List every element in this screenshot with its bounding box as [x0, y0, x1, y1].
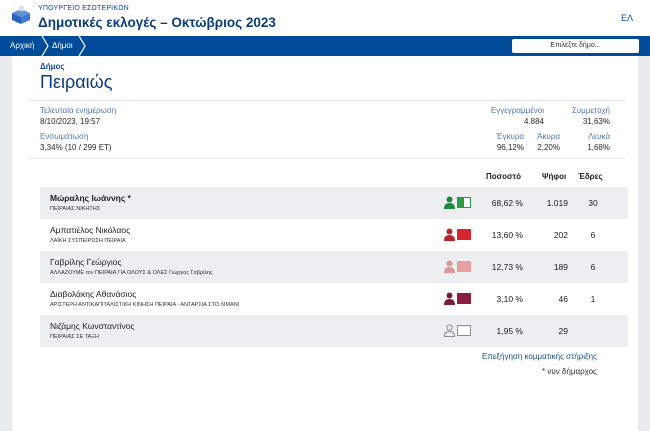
- header-seats: Έδρες: [578, 172, 603, 181]
- turnout-label: Συμμετοχή: [571, 106, 610, 115]
- table-row[interactable]: Αμπατιέλος Νικόλαος ΛΑΪΚΗ ΣΥΣΠΕΙΡΩΣΗ ΠΕΙ…: [40, 219, 628, 251]
- table-row[interactable]: Νιζάμης Κωνσταντίνος ΠΕΙΡΑΙΑΣ ΣΕ ΤΑΞΗ 1,…: [40, 315, 628, 347]
- registered-label: Εγγεγραμμένοι: [490, 106, 544, 115]
- party-color-swatch: [457, 293, 471, 304]
- turnout-value: 31,63%: [582, 117, 610, 126]
- seats-value: 1: [590, 294, 596, 304]
- percent-value: 12,73 %: [491, 262, 523, 272]
- table-row[interactable]: Μώραλης Ιωάννης * ΠΕΙΡΑΙΑΣ ΝΙΚΗΤΗΣ 68,62…: [40, 187, 628, 219]
- table-row[interactable]: Διαβολάκης Αθανάσιος ΑΡΙΣΤΕΡΗ ΑΝΤΙΚΑΠΙΤΑ…: [40, 283, 628, 315]
- votes-value: 1.019: [546, 198, 568, 208]
- candidate-name: Αμπατιέλος Νικόλαος: [50, 225, 131, 235]
- party-name: ΠΕΙΡΑΙΑΣ ΣΕ ΤΑΞΗ: [50, 334, 99, 340]
- person-icon: [444, 196, 455, 209]
- percent-value: 3,10 %: [496, 294, 523, 304]
- person-icon: [444, 292, 455, 305]
- party-support-explanation-link[interactable]: Επεξήγηση κομματικής στήριξης: [482, 352, 597, 361]
- integration-value: 3,34% (10 / 299 ΕΤ): [40, 143, 112, 152]
- percent-value: 68,62 %: [491, 198, 523, 208]
- votes-value: 189: [553, 262, 568, 272]
- table-row[interactable]: Γαβρίλης Γεώργιος ΑΛΛΑΖΟΥΜΕ τον ΠΕΙΡΑΙΑ …: [40, 251, 628, 283]
- last-update-value: 8/10/2023, 19:57: [40, 117, 101, 126]
- invalid-value: 2,20%: [537, 143, 560, 152]
- blank-value: 1,68%: [587, 143, 610, 152]
- breadcrumb-municipalities[interactable]: Δήμοι: [52, 36, 73, 56]
- municipality-select[interactable]: Επιλέξτε δήμο...: [512, 39, 639, 53]
- integration-label: Ενσωμάτωση: [40, 132, 89, 141]
- party-color-swatch: [457, 229, 471, 240]
- municipality-label: Δήμος: [40, 62, 65, 71]
- header-percent: Ποσοστό: [486, 172, 521, 181]
- municipality-name: Πειραιώς: [40, 72, 113, 92]
- party-name: ΛΑΪΚΗ ΣΥΣΠΕΙΡΩΣΗ ΠΕΙΡΑΙΑ: [50, 238, 126, 244]
- chevron-right-icon: [41, 36, 49, 56]
- party-name: ΑΛΛΑΖΟΥΜΕ τον ΠΕΙΡΑΙΑ ΓΙΑ ΟΛΟΥΣ & ΟΛΕΣ Γ…: [50, 270, 213, 276]
- person-outline-icon: [444, 324, 455, 337]
- seats-value: 6: [590, 230, 596, 240]
- ballot-box-icon: [12, 5, 30, 24]
- party-color-swatch: [457, 261, 471, 272]
- candidate-name: Μώραλης Ιωάννης *: [50, 193, 131, 203]
- valid-label: Έγκυρα: [496, 132, 524, 141]
- valid-value: 96,12%: [496, 143, 524, 152]
- party-color-swatch: [457, 197, 471, 208]
- footnote: * νυν δήμαρχος: [542, 367, 597, 376]
- votes-value: 29: [558, 326, 568, 336]
- invalid-label: Άκυρα: [537, 132, 560, 141]
- last-update-label: Τελευταία ενημέρωση: [40, 106, 117, 115]
- divider: [28, 158, 626, 159]
- results-card: Δήμος Πειραιώς Τελευταία ενημέρωση 8/10/…: [12, 56, 638, 431]
- candidate-name: Γαβρίλης Γεώργιος: [50, 257, 122, 267]
- votes-value: 46: [558, 294, 568, 304]
- breadcrumb: Αρχική Δήμοι Επιλέξτε δήμο...: [0, 36, 650, 56]
- divider: [28, 100, 626, 101]
- registered-value: 4.884: [523, 117, 544, 126]
- ministry-label: ΥΠΟΥΡΓΕΙΟ ΕΣΩΤΕΡΙΚΩΝ: [38, 5, 129, 12]
- person-icon: [444, 260, 455, 273]
- seats-value: 30: [588, 198, 598, 208]
- percent-value: 13,60 %: [491, 230, 523, 240]
- candidate-name: Διαβολάκης Αθανάσιος: [50, 289, 137, 299]
- party-name: ΠΕΙΡΑΙΑΣ ΝΙΚΗΤΗΣ: [50, 206, 101, 212]
- person-icon: [444, 228, 455, 241]
- breadcrumb-home[interactable]: Αρχική: [10, 36, 34, 56]
- page-title: Δημοτικές εκλογές – Οκτώβριος 2023: [38, 15, 276, 30]
- party-name: ΑΡΙΣΤΕΡΗ ΑΝΤΙΚΑΠΙΤΑΛΙΣΤΙΚΗ ΚΙΝΗΣΗ ΠΕΙΡΑΙ…: [50, 302, 240, 308]
- chevron-right-icon: [78, 36, 86, 56]
- party-color-swatch: [457, 325, 471, 336]
- app-header: ΥΠΟΥΡΓΕΙΟ ΕΣΩΤΕΡΙΚΩΝ Δημοτικές εκλογές –…: [0, 0, 650, 36]
- header-votes: Ψήφοι: [542, 172, 567, 181]
- votes-value: 202: [553, 230, 568, 240]
- language-switch[interactable]: ΕΛ: [621, 13, 633, 23]
- candidate-name: Νιζάμης Κωνσταντίνος: [50, 321, 135, 331]
- percent-value: 1,95 %: [496, 326, 523, 336]
- blank-label: Λευκά: [588, 132, 610, 141]
- seats-value: 6: [590, 262, 596, 272]
